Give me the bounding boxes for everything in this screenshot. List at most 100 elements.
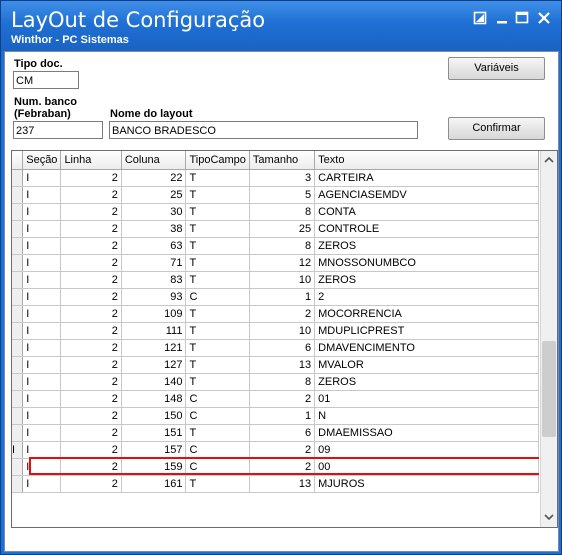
- variaveis-button[interactable]: Variáveis: [448, 57, 545, 80]
- cell-tamanho[interactable]: 3: [249, 169, 316, 187]
- cell-tamanho[interactable]: 25: [249, 220, 316, 238]
- table-row[interactable]: I 2 148 C 2 01: [12, 390, 539, 408]
- row-indicator[interactable]: [12, 203, 24, 221]
- cell-secao[interactable]: I: [22, 322, 62, 340]
- table-row[interactable]: I 2 25 T 5 AGENCIASEMDV: [12, 186, 539, 204]
- cell-tipocampo[interactable]: C: [185, 288, 250, 306]
- cell-tamanho[interactable]: 2: [249, 458, 316, 476]
- num-banco-input[interactable]: 237: [13, 121, 103, 139]
- table-row[interactable]: I 2 159 C 2 00: [12, 458, 539, 476]
- cell-secao[interactable]: I: [22, 288, 62, 306]
- cell-tamanho[interactable]: 13: [249, 356, 316, 374]
- cell-tipocampo[interactable]: C: [185, 441, 250, 459]
- cell-texto[interactable]: N: [314, 407, 539, 425]
- cell-linha[interactable]: 2: [60, 288, 122, 306]
- table-row[interactable]: I 2 71 T 12 MNOSSONUMBCO: [12, 254, 539, 272]
- cell-coluna[interactable]: 111: [121, 322, 187, 340]
- row-indicator[interactable]: [12, 356, 24, 374]
- cell-secao[interactable]: I: [22, 254, 62, 272]
- table-row[interactable]: I 2 127 T 13 MVALOR: [12, 356, 539, 374]
- header-texto[interactable]: Texto: [314, 151, 539, 170]
- cell-texto[interactable]: AGENCIASEMDV: [314, 186, 539, 204]
- cell-coluna[interactable]: 127: [121, 356, 187, 374]
- row-indicator[interactable]: [12, 339, 24, 357]
- maximize-icon[interactable]: [515, 11, 531, 25]
- cell-tipocampo[interactable]: T: [185, 271, 250, 289]
- cell-secao[interactable]: I: [22, 305, 62, 323]
- table-row[interactable]: I I 2 157 C 2 09: [12, 441, 539, 459]
- row-indicator[interactable]: [12, 254, 24, 272]
- cell-tipocampo[interactable]: T: [185, 237, 250, 255]
- header-coluna[interactable]: Coluna: [121, 151, 187, 170]
- cell-linha[interactable]: 2: [60, 237, 122, 255]
- cell-linha[interactable]: 2: [60, 322, 122, 340]
- cell-linha[interactable]: 2: [60, 390, 122, 408]
- cell-tamanho[interactable]: 10: [249, 271, 316, 289]
- header-tamanho[interactable]: Tamanho: [249, 151, 316, 170]
- cell-tamanho[interactable]: 8: [249, 373, 316, 391]
- row-indicator[interactable]: [12, 424, 24, 442]
- row-indicator[interactable]: [12, 322, 24, 340]
- cell-coluna[interactable]: 151: [121, 424, 187, 442]
- title-bar[interactable]: LayOut de Configuração Winthor - PC Sist…: [1, 1, 561, 51]
- cell-coluna[interactable]: 159: [121, 458, 187, 476]
- cell-linha[interactable]: 2: [60, 169, 122, 187]
- cell-texto[interactable]: 00: [314, 458, 539, 476]
- row-indicator[interactable]: [12, 237, 24, 255]
- table-row[interactable]: I 2 63 T 8 ZEROS: [12, 237, 539, 255]
- table-row[interactable]: I 2 109 T 2 MOCORRENCIA: [12, 305, 539, 323]
- header-tipocampo[interactable]: TipoCampo: [185, 151, 250, 170]
- cell-linha[interactable]: 2: [60, 373, 122, 391]
- row-indicator[interactable]: [12, 407, 24, 425]
- cell-tipocampo[interactable]: T: [185, 305, 250, 323]
- cell-linha[interactable]: 2: [60, 305, 122, 323]
- cell-coluna[interactable]: 63: [121, 237, 187, 255]
- cell-secao[interactable]: I: [22, 475, 62, 493]
- cell-tipocampo[interactable]: T: [185, 424, 250, 442]
- cell-secao[interactable]: I: [22, 186, 62, 204]
- cell-texto[interactable]: MVALOR: [314, 356, 539, 374]
- cell-linha[interactable]: 2: [60, 475, 122, 493]
- cell-linha[interactable]: 2: [60, 186, 122, 204]
- cell-tipocampo[interactable]: T: [185, 254, 250, 272]
- table-row[interactable]: I 2 22 T 3 CARTEIRA: [12, 169, 539, 187]
- header-secao[interactable]: Seção: [22, 151, 62, 170]
- cell-secao[interactable]: I: [22, 203, 62, 221]
- cell-linha[interactable]: 2: [60, 424, 122, 442]
- cell-tipocampo[interactable]: T: [185, 186, 250, 204]
- cell-texto[interactable]: CONTA: [314, 203, 539, 221]
- cell-tipocampo[interactable]: T: [185, 373, 250, 391]
- cell-tipocampo[interactable]: T: [185, 169, 250, 187]
- cell-coluna[interactable]: 148: [121, 390, 187, 408]
- cell-texto[interactable]: 2: [314, 288, 539, 306]
- scroll-down-icon[interactable]: [543, 511, 555, 523]
- cell-linha[interactable]: 2: [60, 271, 122, 289]
- cell-tamanho[interactable]: 13: [249, 475, 316, 493]
- cell-tamanho[interactable]: 2: [249, 390, 316, 408]
- row-indicator[interactable]: [12, 305, 24, 323]
- close-icon[interactable]: [537, 11, 553, 25]
- cell-tamanho[interactable]: 6: [249, 339, 316, 357]
- table-row[interactable]: I 2 38 T 25 CONTROLE: [12, 220, 539, 238]
- cell-coluna[interactable]: 150: [121, 407, 187, 425]
- table-row[interactable]: I 2 111 T 10 MDUPLICPREST: [12, 322, 539, 340]
- cell-tipocampo[interactable]: C: [185, 458, 250, 476]
- cell-coluna[interactable]: 140: [121, 373, 187, 391]
- cell-tamanho[interactable]: 5: [249, 186, 316, 204]
- cell-linha[interactable]: 2: [60, 339, 122, 357]
- cell-texto[interactable]: MOCORRENCIA: [314, 305, 539, 323]
- row-indicator[interactable]: [12, 186, 24, 204]
- cell-secao[interactable]: I: [22, 407, 62, 425]
- scrollbar-thumb[interactable]: [542, 341, 556, 437]
- cell-coluna[interactable]: 71: [121, 254, 187, 272]
- cell-secao[interactable]: I: [22, 339, 62, 357]
- cell-coluna[interactable]: 30: [121, 203, 187, 221]
- cell-coluna[interactable]: 157: [121, 441, 187, 459]
- cell-coluna[interactable]: 38: [121, 220, 187, 238]
- cell-secao[interactable]: I: [22, 356, 62, 374]
- header-linha[interactable]: Linha: [60, 151, 122, 170]
- cell-tamanho[interactable]: 6: [249, 424, 316, 442]
- cell-tamanho[interactable]: 8: [249, 237, 316, 255]
- restore-icon[interactable]: [473, 11, 489, 25]
- cell-texto[interactable]: MDUPLICPREST: [314, 322, 539, 340]
